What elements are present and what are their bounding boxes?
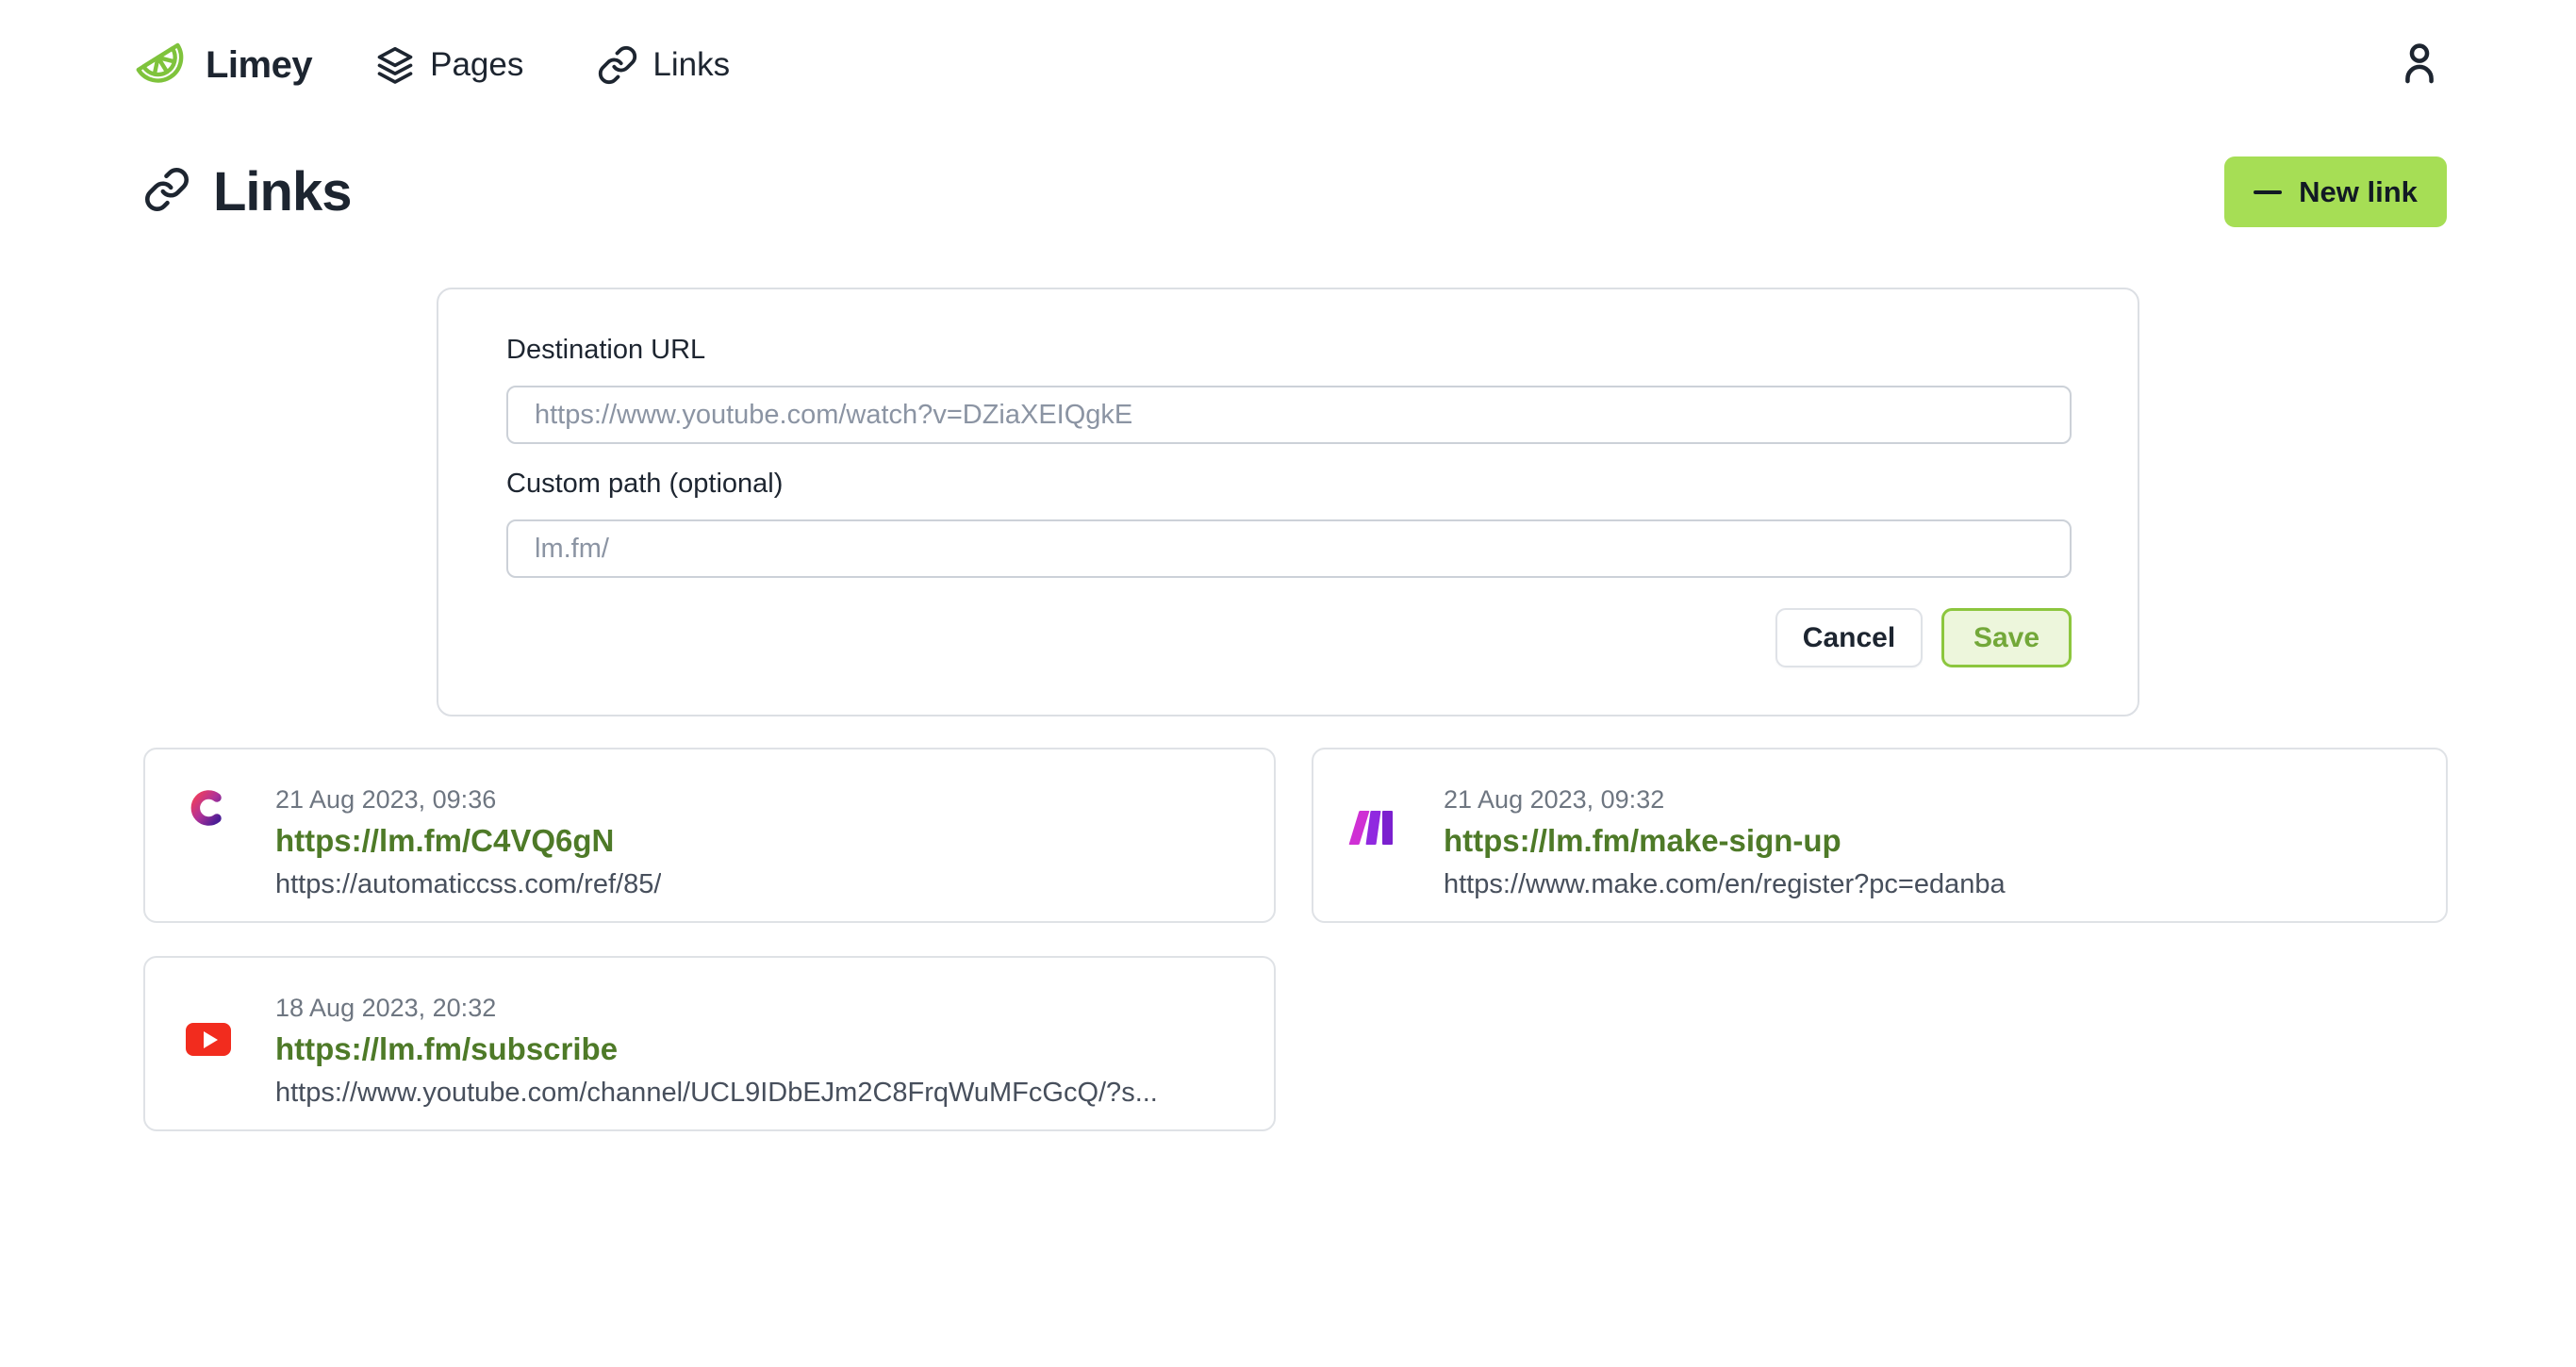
- nav-item-links[interactable]: Links: [597, 44, 730, 86]
- make-favicon: [1354, 809, 1399, 845]
- nav-item-pages[interactable]: Pages: [374, 44, 523, 86]
- page-title: Links: [143, 160, 352, 223]
- nav-item-label: Pages: [430, 46, 523, 84]
- short-link[interactable]: https://lm.fm/subscribe: [275, 1031, 1158, 1067]
- link-timestamp: 18 Aug 2023, 20:32: [275, 994, 1158, 1023]
- app-header: Limey Pages Links: [0, 0, 2576, 98]
- main-nav: Pages Links: [374, 44, 730, 86]
- destination-url-input[interactable]: [506, 386, 2072, 444]
- automaticcss-favicon: [186, 818, 231, 834]
- links-list: 21 Aug 2023, 09:36 https://lm.fm/C4VQ6gN…: [143, 748, 2448, 1131]
- destination-url-label: Destination URL: [506, 335, 2072, 366]
- page-title-text: Links: [213, 160, 352, 223]
- link-card: 21 Aug 2023, 09:32 https://lm.fm/make-si…: [1312, 748, 2448, 923]
- chain-icon: [143, 166, 190, 218]
- short-link[interactable]: https://lm.fm/C4VQ6gN: [275, 823, 661, 859]
- new-link-label: New link: [2299, 175, 2418, 209]
- custom-path-input[interactable]: [506, 519, 2072, 578]
- nav-item-label: Links: [652, 46, 730, 84]
- new-link-form: Destination URL Custom path (optional) C…: [437, 288, 2139, 716]
- link-timestamp: 21 Aug 2023, 09:36: [275, 785, 661, 815]
- play-icon: [204, 1031, 218, 1048]
- link-card: 18 Aug 2023, 20:32 https://lm.fm/subscri…: [143, 956, 1276, 1131]
- stack-icon: [374, 44, 416, 86]
- destination-url: https://www.make.com/en/register?pc=edan…: [1444, 869, 2006, 900]
- new-link-button[interactable]: New link: [2224, 156, 2447, 227]
- custom-path-label: Custom path (optional): [506, 469, 2072, 500]
- user-menu-button[interactable]: [2395, 39, 2444, 92]
- youtube-favicon: [186, 1023, 231, 1056]
- brand-logo[interactable]: Limey: [132, 36, 312, 94]
- short-link[interactable]: https://lm.fm/make-sign-up: [1444, 823, 2006, 859]
- link-timestamp: 21 Aug 2023, 09:32: [1444, 785, 2006, 815]
- lime-icon: [132, 36, 190, 94]
- save-button[interactable]: Save: [1941, 608, 2072, 667]
- user-icon: [2395, 39, 2444, 92]
- destination-url: https://automaticcss.com/ref/85/: [275, 869, 661, 900]
- brand-name: Limey: [206, 44, 312, 87]
- cancel-button[interactable]: Cancel: [1775, 608, 1923, 667]
- destination-url: https://www.youtube.com/channel/UCL9IDbE…: [275, 1078, 1158, 1109]
- link-card: 21 Aug 2023, 09:36 https://lm.fm/C4VQ6gN…: [143, 748, 1276, 923]
- chain-icon: [597, 44, 638, 86]
- page-title-row: Links New link: [143, 156, 2447, 227]
- minus-icon: [2254, 190, 2282, 194]
